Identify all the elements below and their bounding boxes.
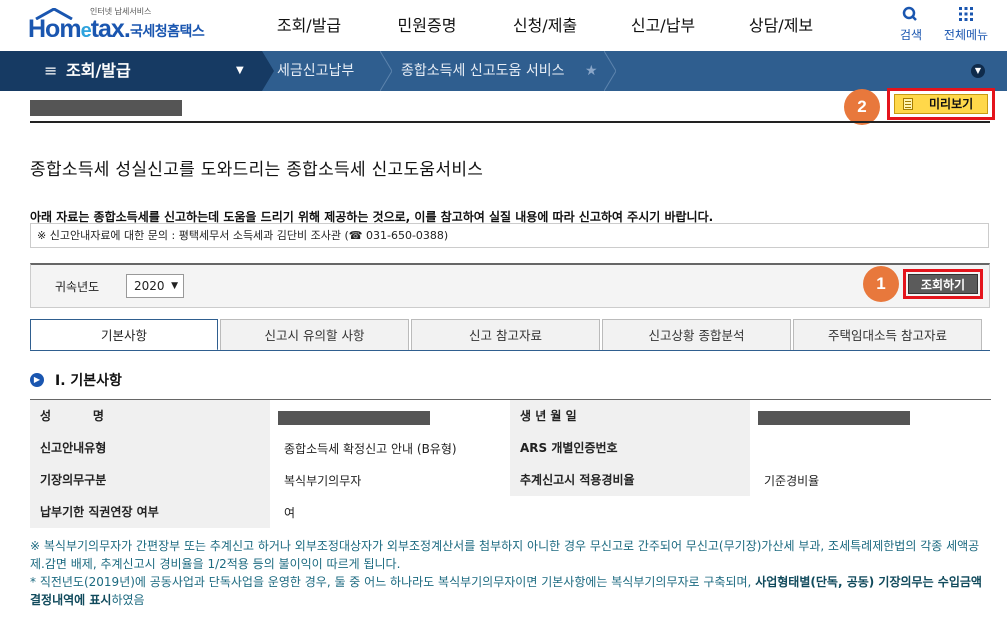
preview-label: 미리보기 [929,97,974,111]
extension-label: 납부기한 직권연장 여부 [30,496,270,528]
global-nav: 조회/발급 민원증명 신청/제출 신고/납부 상담/제보 [250,0,840,51]
guide-type-label: 신고안내유형 [30,432,270,464]
search-panel: 귀속년도 2020 ▼ [30,263,990,308]
gnb-item-application[interactable]: 신청/제출 [486,0,604,51]
year-select[interactable]: 2020 ▼ [126,274,184,298]
birth-value [750,400,991,432]
tab-underline [30,350,990,351]
tab-filing-analysis[interactable]: 신고상황 종합분석 [602,319,791,351]
contact-notice: ※ 신고안내자료에 대한 문의 : 평택세무서 소득세과 김단비 조사관 (☎ … [30,223,989,248]
chevron-down-icon[interactable]: ▼ [971,64,985,78]
gnb-item-certificate[interactable]: 민원증명 [368,0,486,51]
all-menu-label: 전체메뉴 [943,28,989,42]
redacted-name [278,411,430,425]
primary-menu-label: 조회/발급 [66,61,131,80]
bookkeeping-value: 복식부기의무자 [270,464,510,496]
arrow-circle-icon: ▶ [30,373,44,387]
birth-label: 생 년 월 일 [510,400,750,432]
primary-menu-dropdown[interactable]: ≡ 조회/발급 ▼ [0,51,262,91]
breadcrumb-tax-filing[interactable]: 세금신고납부 [277,51,354,91]
gnb-item-filing[interactable]: 신고/납부 [604,0,722,51]
table-row: 납부기한 직권연장 여부 여 [30,496,510,528]
redacted-birthdate [758,411,910,425]
tab-bar: 기본사항 신고시 유의할 사항 신고 참고자료 신고상황 종합분석 주택임대소득… [30,319,990,351]
redacted-title [30,100,182,116]
hamburger-icon: ≡ [44,61,58,80]
tab-basic-info[interactable]: 기본사항 [30,319,218,351]
tab-filing-references[interactable]: 신고 참고자료 [411,319,600,351]
page-title: 종합소득세 성실신고를 도와드리는 종합소득세 신고도움서비스 [30,160,484,180]
table-row: 성 명 생 년 월 일 [30,400,991,432]
breadcrumb-bar: ≡ 조회/발급 ▼ 세금신고납부 종합소득세 신고도움 서비스 ★ ▼ [0,51,1007,91]
gnb-item-inquiry[interactable]: 조회/발급 [250,0,368,51]
bookkeeping-label: 기장의무구분 [30,464,270,496]
ars-label: ARS 개별인증번호 [510,432,750,464]
year-label: 귀속년도 [55,280,100,294]
footnote-joint-business: * 직전년도(2019년)에 공동사업과 단독사업을 운영한 경우, 둘 중 어… [30,575,982,607]
step-badge-2: 2 [844,89,880,125]
grid-menu-icon [959,7,973,21]
query-button[interactable]: 조회하기 [908,274,978,294]
search-button[interactable]: 검색 [896,6,926,43]
name-label: 성 명 [30,400,270,432]
preview-button[interactable]: 미리보기 [894,94,988,114]
favorite-star-icon[interactable]: ★ [585,51,598,91]
guide-type-value: 종합소득세 확정신고 안내 (B유형) [270,432,510,464]
table-row: 기장의무구분 복식부기의무자 추계신고시 적용경비율 기준경비율 [30,464,991,496]
footnote-penalty: ※ 복식부기의무자가 간편장부 또는 추계신고 하거나 외부조정대상자가 외부조… [30,539,980,571]
logo-wordmark: Hometax. [28,15,131,43]
breadcrumb-separator-icon [262,51,274,91]
tab-filing-cautions[interactable]: 신고시 유의할 사항 [220,319,409,351]
estimate-rate-value: 기준경비율 [750,464,991,496]
section-title: Ⅰ. 기본사항 [55,373,122,389]
document-icon [903,98,913,110]
table-row: 신고안내유형 종합소득세 확정신고 안내 (B유형) ARS 개별인증번호 [30,432,991,464]
all-menu-button[interactable]: 전체메뉴 [938,6,994,43]
breadcrumb-separator-icon [380,51,392,91]
hometax-logo[interactable]: 인터넷 납세서비스 Hometax. 국세청홈택스 [28,6,218,46]
chevron-down-icon: ▼ [171,281,178,291]
tab-housing-rental[interactable]: 주택임대소득 참고자료 [793,319,982,351]
caret-down-icon: ▼ [236,65,244,76]
step-badge-1: 1 [863,266,899,302]
estimate-rate-label: 추계신고시 적용경비율 [510,464,750,496]
logo-korean-name: 국세청홈택스 [130,24,205,40]
gnb-item-consult[interactable]: 상담/제보 [722,0,840,51]
site-header: 인터넷 납세서비스 Hometax. 국세청홈택스 조회/발급 민원증명 신청/… [0,0,1007,51]
year-select-value: 2020 [134,279,165,293]
title-divider [30,121,990,123]
search-icon [902,6,917,21]
footnotes: ※ 복식부기의무자가 간편장부 또는 추계신고 하거나 외부조정대상자가 외부조… [30,537,992,609]
breadcrumb-separator-icon [604,51,616,91]
name-value [270,400,510,432]
breadcrumb-current-page[interactable]: 종합소득세 신고도움 서비스 [401,51,564,91]
ars-value [750,432,991,464]
search-label: 검색 [899,28,923,42]
extension-value: 여 [270,496,510,528]
